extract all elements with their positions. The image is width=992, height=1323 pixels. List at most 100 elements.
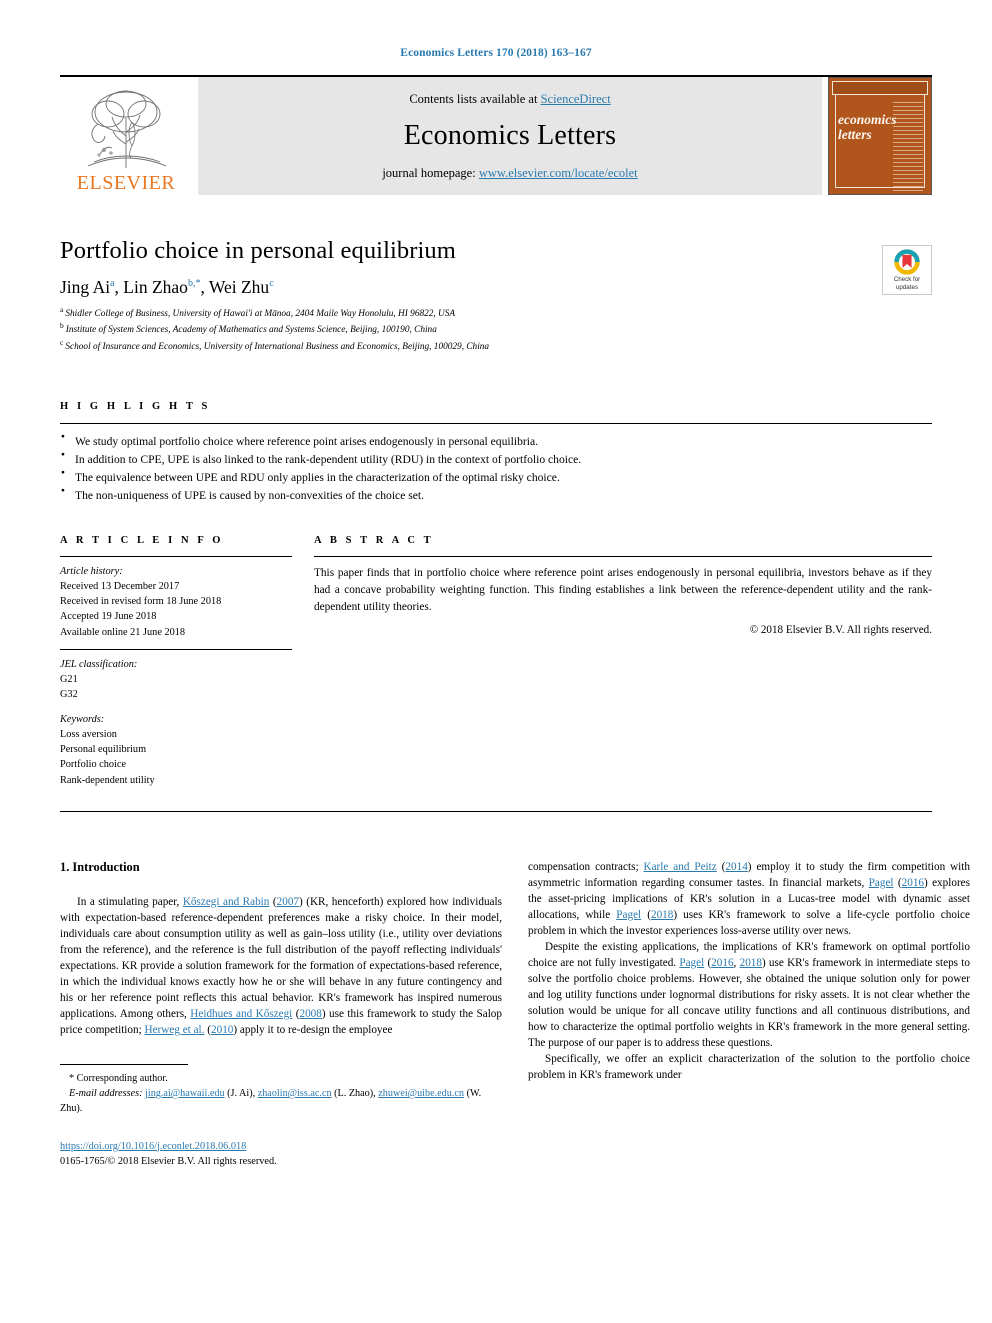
citation-link-pagel-3[interactable]: Pagel [679, 957, 704, 969]
crossmark-line2: updates [895, 283, 918, 291]
text-run: ) use KR's framework in intermediate ste… [528, 956, 970, 1049]
text-run: (L. Zhao), [331, 1087, 379, 1099]
cover-title: economics letters [838, 112, 897, 142]
citation-link-herweg[interactable]: Herweg et al. [145, 1024, 205, 1036]
affiliation-item: a Shidler College of Business, University… [60, 305, 932, 321]
contents-prefix: Contents lists available at [409, 91, 541, 106]
page-title: Portfolio choice in personal equilibrium [60, 237, 456, 264]
affiliation-mark: a [60, 305, 64, 314]
author-name: Wei Zhu [208, 277, 270, 297]
elsevier-tree-icon [87, 90, 167, 168]
citation-year-link-2010[interactable]: 2010 [211, 1024, 233, 1036]
highlight-item: We study optimal portfolio choice where … [60, 432, 932, 451]
keyword-item: Loss aversion [60, 728, 117, 740]
journal-homepage-link[interactable]: www.elsevier.com/locate/ecolet [479, 166, 638, 180]
abstract-column: A B S T R A C T This paper finds that in… [314, 535, 932, 797]
journal-cover-thumbnail: economics letters [828, 77, 932, 195]
history-item: Received in revised form 18 June 2018 [60, 596, 222, 608]
info-abstract-bottom-rule [60, 810, 932, 812]
citation-year-link-2018b[interactable]: 2018 [740, 957, 762, 969]
affiliation-item: c School of Insurance and Economics, Univ… [60, 338, 932, 354]
keywords-block: Keywords: Loss aversion Personal equilib… [60, 712, 292, 788]
citation-year-link-2018[interactable]: 2018 [651, 909, 673, 921]
crossmark-line1: Check for [893, 276, 921, 284]
running-head: Economics Letters 170 (2018) 163–167 [400, 47, 592, 59]
jel-title: JEL classification: [60, 658, 138, 670]
history-item: Accepted 19 June 2018 [60, 611, 157, 623]
body-two-column: 1. Introduction In a stimulating paper, … [60, 859, 970, 1170]
citation-link-koszegi-rabin[interactable]: Kőszegi and Rabin [183, 896, 270, 908]
author-affiliation-mark: b,* [187, 278, 201, 290]
title-block: Portfolio choice in personal equilibrium… [60, 237, 932, 354]
citation-year-link-2007[interactable]: 2007 [277, 896, 299, 908]
elsevier-wordmark: ELSEVIER [76, 172, 176, 194]
email-link-wei-zhu[interactable]: zhuwei@uibe.edu.cn [378, 1088, 464, 1099]
author-name: Lin Zhao [123, 277, 188, 297]
corresponding-author-note: * Corresponding author. [69, 1072, 168, 1084]
cover-top-strip [832, 81, 928, 95]
text-run: In a stimulating paper, [77, 895, 183, 908]
homepage-prefix: journal homepage: [382, 165, 479, 180]
cover-text-lines [893, 102, 923, 191]
citation-year-link-2008[interactable]: 2008 [299, 1008, 321, 1020]
citation-year-link-2014[interactable]: 2014 [725, 861, 747, 873]
highlights-heading: H I G H L I G H T S [60, 400, 211, 412]
sciencedirect-link[interactable]: ScienceDirect [541, 92, 611, 106]
info-abstract-region: A R T I C L E I N F O Article history: R… [60, 535, 932, 797]
masthead-center-panel: Contents lists available at ScienceDirec… [198, 77, 822, 195]
history-item: Available online 21 June 2018 [60, 626, 186, 638]
text-run: compensation contracts; [528, 860, 644, 873]
email-link-lin-zhao[interactable]: zhaolin@iss.ac.cn [258, 1088, 332, 1099]
author-separator: , [114, 277, 124, 297]
citation-link-pagel-2[interactable]: Pagel [616, 909, 641, 921]
author-list: Jing Aia, Lin Zhaob,*, Wei Zhuc [60, 277, 932, 298]
jel-block: JEL classification: G21 G32 [60, 657, 292, 703]
affiliation-mark: b [60, 321, 64, 331]
highlight-item: The equivalence between UPE and RDU only… [60, 468, 932, 487]
text-run: ) apply it to re-design the employee [233, 1023, 393, 1036]
keywords-title: Keywords: [60, 713, 105, 725]
keyword-item: Personal equilibrium [60, 744, 147, 756]
contents-line: Contents lists available at ScienceDirec… [409, 92, 610, 107]
citation-link-pagel-1[interactable]: Pagel [869, 877, 894, 889]
intro-paragraph-right-3: Specifically, we offer an explicit chara… [528, 1052, 970, 1081]
elsevier-logo: ELSEVIER [60, 77, 192, 195]
paper-page: Economics Letters 170 (2018) 163–167 ELS… [0, 0, 992, 1323]
article-info-body: Article history: Received 13 December 20… [60, 557, 292, 788]
affiliation-text: Shidler College of Business, University … [65, 309, 456, 320]
email-label: E-mail addresses: [69, 1087, 143, 1099]
article-history-block: Article history: Received 13 December 20… [60, 564, 292, 640]
journal-masthead: ELSEVIER Contents lists available at Sci… [60, 75, 932, 195]
highlights-section: H I G H L I G H T S We study optimal por… [60, 401, 932, 505]
text-run: ( [893, 876, 902, 889]
citation-year-link-2016[interactable]: 2016 [902, 877, 924, 889]
history-item: Received 13 December 2017 [60, 580, 180, 592]
crossmark-badge[interactable]: Check for updates [882, 245, 932, 295]
article-info-heading: A R T I C L E I N F O [60, 534, 224, 546]
abstract-text: This paper finds that in portfolio choic… [314, 566, 932, 614]
journal-name: Economics Letters [403, 119, 617, 151]
author-name: Jing Ai [60, 277, 111, 297]
crossmark-icon [894, 249, 920, 275]
citation-link-heidhues-koszegi[interactable]: Heidhues and Kőszegi [190, 1008, 292, 1020]
doi-link[interactable]: https://doi.org/10.1016/j.econlet.2018.0… [60, 1141, 246, 1152]
affiliation-item: b Institute of System Sciences, Academy o… [60, 321, 932, 337]
article-info-separator [60, 648, 292, 650]
highlights-list: We study optimal portfolio choice where … [60, 424, 932, 505]
doi-block: https://doi.org/10.1016/j.econlet.2018.0… [60, 1139, 502, 1170]
footnote-block: * Corresponding author. E-mail addresses… [60, 1063, 502, 1170]
citation-year-link-2016b[interactable]: 2016 [711, 957, 733, 969]
email-link-jing-ai[interactable]: jing.ai@hawaii.edu [145, 1088, 225, 1099]
affiliation-text: Institute of System Sciences, Academy of… [65, 325, 437, 336]
article-history-title: Article history: [60, 565, 123, 577]
highlight-item: The non-uniqueness of UPE is caused by n… [60, 486, 932, 505]
intro-paragraph-left: In a stimulating paper, Kőszegi and Rabi… [60, 894, 502, 1038]
keyword-item: Portfolio choice [60, 759, 127, 771]
jel-code: G21 [60, 674, 78, 686]
author-affiliation-mark: c [269, 278, 274, 290]
text-run: ) (KR, henceforth) explored how individu… [60, 895, 502, 1020]
highlight-item: In addition to CPE, UPE is also linked t… [60, 450, 932, 469]
citation-link-karle-peitz[interactable]: Karle and Peitz [644, 861, 717, 873]
text-run: ( [641, 908, 651, 921]
homepage-line: journal homepage: www.elsevier.com/locat… [382, 166, 637, 181]
